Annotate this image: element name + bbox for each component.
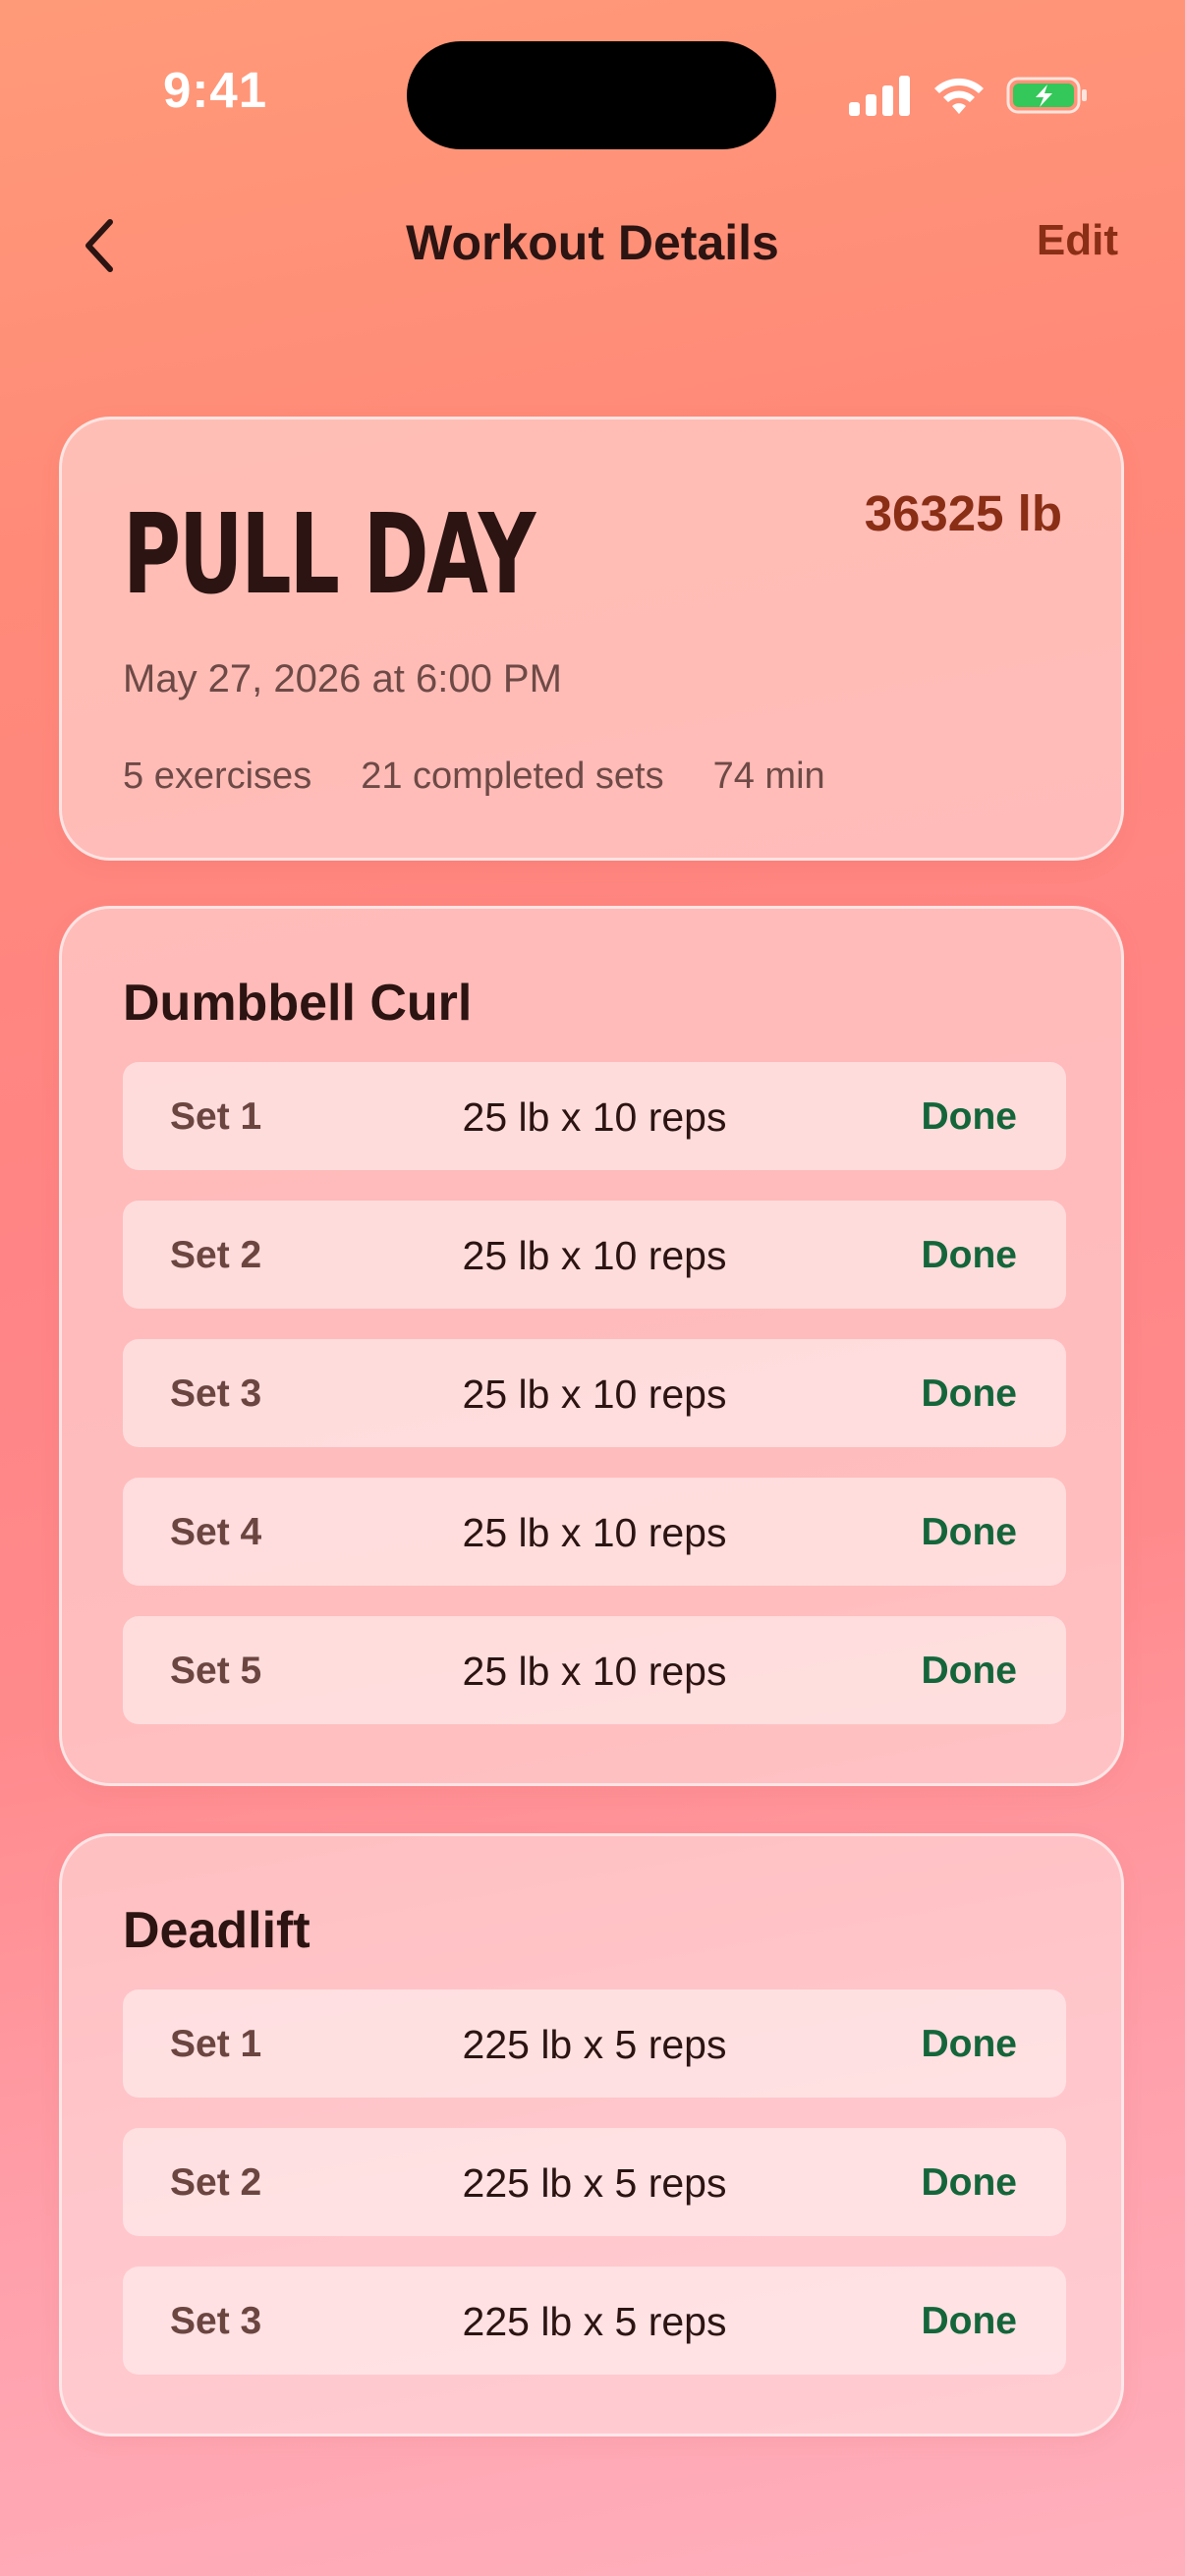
exercise-card: Deadlift Set 1 225 lb x 5 reps Done Set … xyxy=(59,1833,1124,2436)
set-row[interactable]: Set 1 25 lb x 10 reps Done xyxy=(123,1062,1066,1170)
set-row[interactable]: Set 4 25 lb x 10 reps Done xyxy=(123,1478,1066,1586)
set-status: Done xyxy=(921,1511,1018,1553)
dynamic-island xyxy=(407,41,776,149)
set-status: Done xyxy=(921,1650,1018,1692)
set-list: Set 1 225 lb x 5 reps Done Set 2 225 lb … xyxy=(123,1989,1066,2405)
exercise-name: Dumbbell Curl xyxy=(123,975,473,1032)
cellular-signal-icon xyxy=(849,75,912,121)
set-status: Done xyxy=(921,1234,1018,1276)
edit-button[interactable]: Edit xyxy=(1037,216,1118,265)
set-status: Done xyxy=(921,2300,1018,2342)
exercise-card: Dumbbell Curl Set 1 25 lb x 10 reps Done… xyxy=(59,906,1124,1786)
battery-charging-icon xyxy=(1006,75,1089,121)
set-status: Done xyxy=(921,1372,1018,1415)
set-status: Done xyxy=(921,2023,1018,2065)
set-row[interactable]: Set 5 25 lb x 10 reps Done xyxy=(123,1616,1066,1724)
set-status: Done xyxy=(921,1095,1018,1138)
workout-duration: 74 min xyxy=(712,756,825,797)
set-status: Done xyxy=(921,2161,1018,2204)
workout-date: May 27, 2026 at 6:00 PM xyxy=(123,657,562,700)
exercise-name: Deadlift xyxy=(123,1902,310,1959)
completed-sets-count: 21 completed sets xyxy=(361,756,664,797)
exercise-count: 5 exercises xyxy=(123,756,312,797)
workout-title: PULL DAY xyxy=(123,491,536,619)
set-row[interactable]: Set 3 25 lb x 10 reps Done xyxy=(123,1339,1066,1447)
set-row[interactable]: Set 2 25 lb x 10 reps Done xyxy=(123,1201,1066,1309)
status-bar: 9:41 xyxy=(0,0,1185,149)
status-time: 9:41 xyxy=(163,62,268,118)
set-row[interactable]: Set 2 225 lb x 5 reps Done xyxy=(123,2128,1066,2236)
set-row[interactable]: Set 3 225 lb x 5 reps Done xyxy=(123,2267,1066,2375)
navigation-bar: Workout Details Edit xyxy=(0,187,1185,305)
set-row[interactable]: Set 1 225 lb x 5 reps Done xyxy=(123,1989,1066,2098)
total-volume: 36325 lb xyxy=(864,485,1062,541)
workout-summary-card: PULL DAY 36325 lb May 27, 2026 at 6:00 P… xyxy=(59,417,1124,861)
page-title: Workout Details xyxy=(406,215,779,270)
workout-stats: 5 exercises 21 completed sets 74 min xyxy=(123,756,825,798)
wifi-icon xyxy=(931,75,987,121)
status-icons xyxy=(849,73,1089,122)
set-list: Set 1 25 lb x 10 reps Done Set 2 25 lb x… xyxy=(123,1062,1066,1755)
